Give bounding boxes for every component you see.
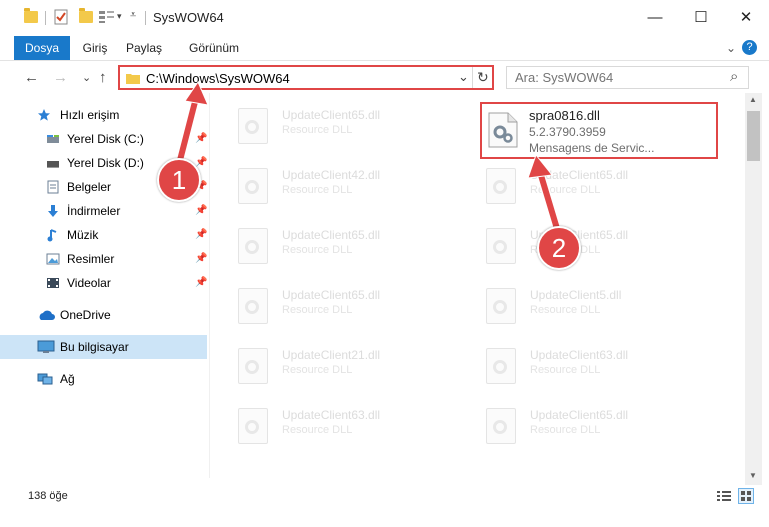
- annotation-badge-2: 2: [537, 226, 581, 270]
- annotation-badge-1: 1: [157, 158, 201, 202]
- tiles-view-icon[interactable]: [738, 488, 754, 504]
- annotation-arrows: [173, 80, 563, 234]
- status-bar: 138 öğe: [0, 485, 769, 507]
- details-view-icon[interactable]: [717, 490, 731, 502]
- item-count: 138 öğe: [28, 490, 68, 502]
